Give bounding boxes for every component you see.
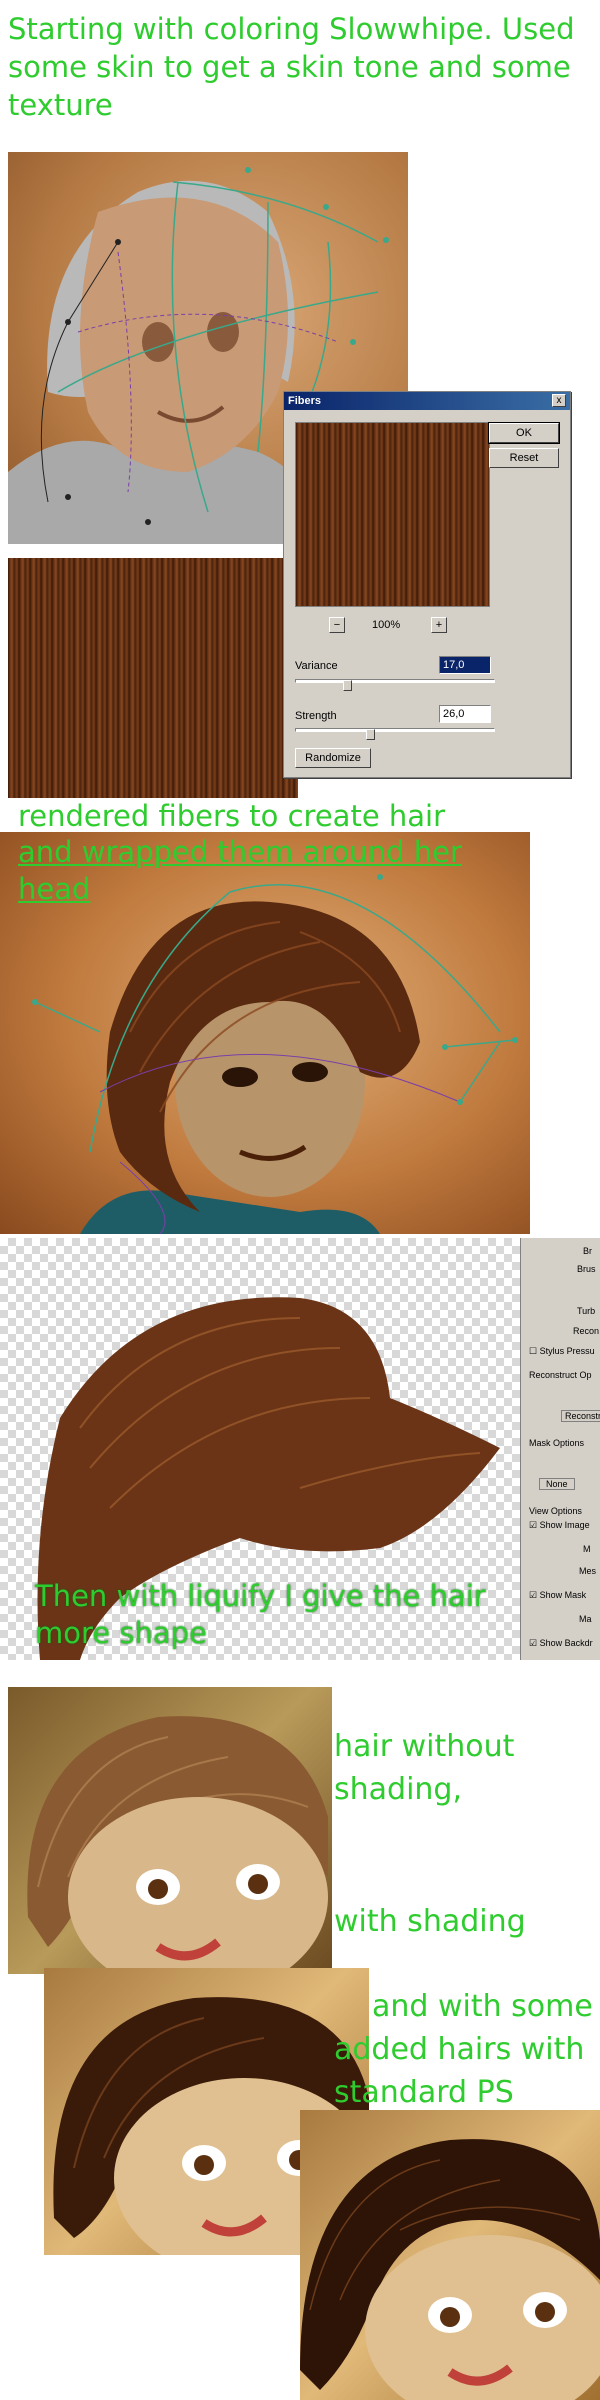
liquify-caption-line2: more shape — [35, 1616, 207, 1650]
no-shading-caption-line1: hair without — [334, 1729, 515, 1764]
strength-thumb[interactable] — [366, 729, 375, 740]
panel-item: Stylus Pressu — [539, 1346, 595, 1356]
strength-slider[interactable] — [295, 728, 495, 732]
stylus-pressure-checkbox[interactable]: ☐ Stylus Pressu — [529, 1346, 595, 1357]
added-hairs-caption-line2: added hairs with — [334, 2032, 585, 2067]
liquify-caption-line1: Then with liquify I give the hair — [35, 1579, 486, 1613]
show-backdrop-checkbox[interactable]: ☑ Show Backdr — [529, 1638, 593, 1649]
panel-item: Br — [583, 1246, 592, 1256]
close-button[interactable]: x — [552, 394, 566, 407]
panel-item: View Options — [529, 1506, 582, 1516]
panel-wrapped-hair: and wrapped them around her head — [0, 832, 530, 1234]
zoom-level: 100% — [372, 619, 401, 631]
panel-no-shading — [8, 1687, 332, 1974]
panel-item: Show Image — [539, 1520, 590, 1530]
zoom-out-button[interactable]: − — [329, 617, 345, 633]
variance-label: Variance — [295, 660, 338, 672]
variance-thumb[interactable] — [343, 680, 352, 691]
randomize-button[interactable]: Randomize — [295, 748, 371, 768]
reset-button[interactable]: Reset — [489, 448, 559, 468]
liquify-options-panel: Br Brus Turb Recon ☐ Stylus Pressu Recon… — [520, 1238, 600, 1660]
panel-item: Brus — [577, 1264, 596, 1274]
panel-item: Reconstruct Op — [529, 1370, 592, 1380]
intro-caption: Starting with coloring Slowwhipe. Used s… — [8, 12, 575, 122]
fibers-dialog: Fibers x OK Reset − 100% + Variance 17,0… — [283, 391, 571, 778]
panel-item: Recon — [573, 1326, 600, 1336]
reconstruct-button[interactable]: Reconstr — [561, 1410, 600, 1422]
added-hairs-caption-line1: and with some — [372, 1989, 593, 2024]
show-image-checkbox[interactable]: ☑ Show Image — [529, 1520, 590, 1531]
dialog-title: Fibers — [284, 392, 570, 410]
panel-item: Show Backdr — [539, 1638, 593, 1648]
panel-item: Turb — [577, 1306, 596, 1316]
variance-field[interactable]: 17,0 — [439, 656, 491, 674]
fibers-caption-line1: rendered fibers to create hair — [18, 799, 446, 833]
show-mask-checkbox[interactable]: ☑ Show Mask — [529, 1590, 586, 1601]
no-shading-caption-line2: shading, — [334, 1772, 462, 1807]
with-shading-caption: with shading — [334, 1904, 526, 1939]
added-hairs-illustration — [300, 2139, 600, 2400]
strength-label: Strength — [295, 710, 337, 722]
panel-item: Mes — [579, 1566, 597, 1576]
ok-button[interactable]: OK — [488, 422, 560, 444]
fibers-caption-line2: and wrapped them around her head — [18, 835, 462, 906]
panel-added-hairs — [300, 2110, 600, 2400]
panel-fibers-texture — [8, 558, 298, 798]
no-shading-illustration — [27, 1716, 328, 1974]
panel-item: Show Mask — [539, 1590, 587, 1600]
panel-item: M — [583, 1544, 591, 1554]
zoom-in-button[interactable]: + — [431, 617, 447, 633]
variance-slider[interactable] — [295, 679, 495, 683]
panel-item: Ma — [579, 1614, 592, 1624]
panel-liquify: Then with liquify I give the hair more s… — [0, 1238, 520, 1660]
strength-field[interactable]: 26,0 — [439, 705, 491, 723]
fibers-preview — [295, 422, 490, 607]
panel-item: Mask Options — [529, 1438, 585, 1448]
none-button[interactable]: None — [539, 1478, 575, 1490]
